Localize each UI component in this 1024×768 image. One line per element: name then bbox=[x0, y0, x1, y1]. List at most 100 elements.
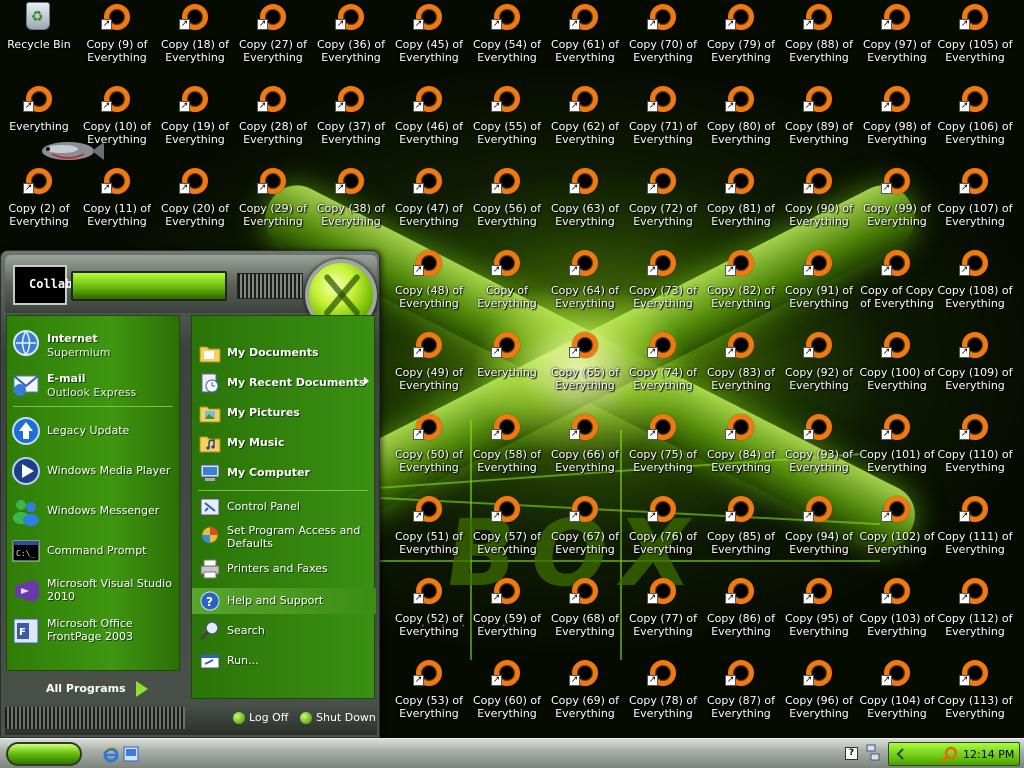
help-tray-icon[interactable]: ? bbox=[845, 747, 858, 760]
system-search[interactable]: Search bbox=[192, 618, 376, 644]
desktop-shortcut[interactable]: ↗ Copy (68) of Everything bbox=[546, 576, 624, 656]
desktop-shortcut[interactable]: ↗ Copy (93) of Everything bbox=[780, 412, 858, 492]
desktop-shortcut[interactable]: ↗ Copy (65) of Everything bbox=[546, 330, 624, 410]
desktop-shortcut[interactable]: ↗ Copy (77) of Everything bbox=[624, 576, 702, 656]
recent-visual-studio[interactable]: Microsoft Visual Studio 2010 bbox=[7, 574, 181, 610]
desktop-shortcut[interactable]: ↗ Copy (70) of Everything bbox=[624, 2, 702, 82]
desktop-shortcut[interactable]: ↗ Copy (76) of Everything bbox=[624, 494, 702, 574]
place-my-pictures[interactable]: My Pictures bbox=[192, 400, 376, 426]
desktop-shortcut[interactable]: ↗ Copy (112) of Everything bbox=[936, 576, 1014, 656]
desktop-shortcut[interactable]: ↗ Copy (80) of Everything bbox=[702, 84, 780, 164]
desktop-shortcut[interactable]: ↗ Copy (86) of Everything bbox=[702, 576, 780, 656]
all-programs-button[interactable]: All Programs bbox=[6, 675, 180, 703]
desktop-shortcut[interactable]: ↗ Copy (101) of Everything bbox=[858, 412, 936, 492]
desktop-shortcut[interactable]: ↗ Everything bbox=[468, 330, 546, 410]
desktop-shortcut[interactable]: ↗ Copy (74) of Everything bbox=[624, 330, 702, 410]
desktop-shortcut[interactable]: ↗ Copy (50) of Everything bbox=[390, 412, 468, 492]
desktop-shortcut[interactable]: ↗ Copy (11) of Everything bbox=[78, 166, 156, 246]
place-my-recent-documents[interactable]: My Recent Documents bbox=[192, 370, 376, 396]
recent-command-prompt[interactable]: C:\_ Command Prompt bbox=[7, 534, 181, 570]
system-help-support[interactable]: ? Help and Support bbox=[192, 588, 376, 614]
desktop-shortcut[interactable]: ↗ Copy (94) of Everything bbox=[780, 494, 858, 574]
desktop-shortcut[interactable]: ↗ Copy (55) of Everything bbox=[468, 84, 546, 164]
desktop-shortcut[interactable]: ↗ Copy (53) of Everything bbox=[390, 658, 468, 738]
recent-legacy-update[interactable]: Legacy Update bbox=[7, 414, 181, 450]
desktop-shortcut[interactable]: ↗ Copy (95) of Everything bbox=[780, 576, 858, 656]
desktop-shortcut[interactable]: ↗ Copy (91) of Everything bbox=[780, 248, 858, 328]
desktop-shortcut[interactable]: ↗ Copy (104) of Everything bbox=[858, 658, 936, 738]
desktop-shortcut[interactable]: ↗ Copy (108) of Everything bbox=[936, 248, 1014, 328]
desktop-shortcut[interactable]: ↗ Copy (88) of Everything bbox=[780, 2, 858, 82]
system-printers-faxes[interactable]: Printers and Faxes bbox=[192, 556, 376, 582]
desktop-shortcut[interactable]: ↗ Copy (54) of Everything bbox=[468, 2, 546, 82]
desktop-shortcut[interactable]: ↗ Copy (81) of Everything bbox=[702, 166, 780, 246]
desktop-shortcut[interactable]: ↗ Copy (90) of Everything bbox=[780, 166, 858, 246]
desktop-shortcut[interactable]: ↗ Copy (103) of Everything bbox=[858, 576, 936, 656]
desktop-shortcut[interactable]: ↗ Copy (100) of Everything bbox=[858, 330, 936, 410]
desktop-shortcut[interactable]: ↗ Copy (105) of Everything bbox=[936, 2, 1014, 82]
desktop-shortcut[interactable]: ↗ Copy (46) of Everything bbox=[390, 84, 468, 164]
tray-chevron-icon[interactable] bbox=[893, 747, 907, 761]
desktop-shortcut[interactable]: ↗ Copy (61) of Everything bbox=[546, 2, 624, 82]
place-my-computer[interactable]: My Computer bbox=[192, 460, 376, 486]
network-tray-icon[interactable] bbox=[866, 743, 880, 763]
desktop-shortcut[interactable]: ↗ Copy (99) of Everything bbox=[858, 166, 936, 246]
desktop-shortcut[interactable]: ↗ Copy (98) of Everything bbox=[858, 84, 936, 164]
desktop-shortcut[interactable]: ↗ Copy (111) of Everything bbox=[936, 494, 1014, 574]
pinned-internet[interactable]: Internet Supermium bbox=[7, 326, 181, 362]
desktop-shortcut[interactable]: ↗ Copy (97) of Everything bbox=[858, 2, 936, 82]
desktop-shortcut[interactable]: ↗ Copy (49) of Everything bbox=[390, 330, 468, 410]
desktop-shortcut[interactable]: ↗ Copy (62) of Everything bbox=[546, 84, 624, 164]
system-program-defaults[interactable]: Set Program Access and Defaults bbox=[192, 522, 376, 554]
desktop-shortcut[interactable]: ↗ Copy (106) of Everything bbox=[936, 84, 1014, 164]
desktop-shortcut[interactable]: ↗ Copy (89) of Everything bbox=[780, 84, 858, 164]
internet-explorer-icon[interactable] bbox=[102, 745, 120, 763]
desktop-shortcut[interactable]: ↗ Copy (51) of Everything bbox=[390, 494, 468, 574]
desktop-shortcut[interactable]: ↗ Copy (38) of Everything bbox=[312, 166, 390, 246]
desktop-shortcut[interactable]: ↗ Copy (87) of Everything bbox=[702, 658, 780, 738]
desktop-shortcut[interactable]: ↗ Copy (75) of Everything bbox=[624, 412, 702, 492]
desktop-shortcut[interactable]: ↗ Copy (37) of Everything bbox=[312, 84, 390, 164]
place-my-documents[interactable]: My Documents bbox=[192, 340, 376, 366]
desktop-shortcut[interactable]: ↗ Copy (29) of Everything bbox=[234, 166, 312, 246]
desktop-shortcut[interactable]: ↗ Copy (64) of Everything bbox=[546, 248, 624, 328]
clock[interactable]: 12:14 PM bbox=[963, 748, 1014, 761]
desktop-shortcut[interactable]: ↗ Copy (56) of Everything bbox=[468, 166, 546, 246]
recent-media-player[interactable]: Windows Media Player bbox=[7, 454, 181, 490]
system-control-panel[interactable]: Control Panel bbox=[192, 494, 376, 520]
desktop-shortcut[interactable]: ↗ Copy (52) of Everything bbox=[390, 576, 468, 656]
desktop-shortcut[interactable]: ↗ Copy (10) of Everything bbox=[78, 84, 156, 164]
desktop-shortcut[interactable]: ↗ Copy (78) of Everything bbox=[624, 658, 702, 738]
desktop-shortcut[interactable]: ↗ Copy (57) of Everything bbox=[468, 494, 546, 574]
search-tray-icon[interactable] bbox=[941, 746, 959, 764]
pinned-email[interactable]: E-mail Outlook Express bbox=[7, 366, 181, 402]
recent-messenger[interactable]: Windows Messenger bbox=[7, 494, 181, 530]
desktop-shortcut[interactable]: ↗ Copy (83) of Everything bbox=[702, 330, 780, 410]
desktop-shortcut[interactable]: ↗ Copy (60) of Everything bbox=[468, 658, 546, 738]
desktop-shortcut[interactable]: ↗ Copy (85) of Everything bbox=[702, 494, 780, 574]
desktop-shortcut[interactable]: ↗ Copy (28) of Everything bbox=[234, 84, 312, 164]
desktop-shortcut[interactable]: ↗ Copy (58) of Everything bbox=[468, 412, 546, 492]
desktop-shortcut[interactable]: ↗ Copy (59) of Everything bbox=[468, 576, 546, 656]
desktop-shortcut[interactable]: ↗ Copy (102) of Everything bbox=[858, 494, 936, 574]
desktop-shortcut[interactable]: ↗ Copy (20) of Everything bbox=[156, 166, 234, 246]
desktop-shortcut[interactable]: ↗ Copy (71) of Everything bbox=[624, 84, 702, 164]
desktop-shortcut[interactable]: ↗ Copy (45) of Everything bbox=[390, 2, 468, 82]
desktop-shortcut[interactable]: ↗ Copy (96) of Everything bbox=[780, 658, 858, 738]
desktop-shortcut[interactable]: ↗ Copy (73) of Everything bbox=[624, 248, 702, 328]
desktop-shortcut[interactable]: ↗ Copy (84) of Everything bbox=[702, 412, 780, 492]
desktop-shortcut[interactable]: ↗ Copy (67) of Everything bbox=[546, 494, 624, 574]
desktop-shortcut[interactable]: ↗ Copy (113) of Everything bbox=[936, 658, 1014, 738]
place-my-music[interactable]: My Music bbox=[192, 430, 376, 456]
desktop-shortcut[interactable]: ↗ Copy (18) of Everything bbox=[156, 2, 234, 82]
desktop-shortcut[interactable]: ↗ Copy (72) of Everything bbox=[624, 166, 702, 246]
desktop-shortcut[interactable]: ↗ Copy of Copy of Everything bbox=[858, 248, 936, 328]
desktop-shortcut[interactable]: ↗ Copy (79) of Everything bbox=[702, 2, 780, 82]
desktop-shortcut[interactable]: ↗ Copy (2) of Everything bbox=[0, 166, 78, 246]
desktop-shortcut[interactable]: ↗ Copy (66) of Everything bbox=[546, 412, 624, 492]
start-button[interactable] bbox=[6, 742, 82, 766]
desktop-shortcut[interactable]: ↗ Copy (63) of Everything bbox=[546, 166, 624, 246]
desktop-shortcut[interactable]: ↗ Copy (69) of Everything bbox=[546, 658, 624, 738]
desktop-shortcut[interactable]: ↗ Copy (27) of Everything bbox=[234, 2, 312, 82]
desktop-shortcut[interactable]: ↗ Copy (92) of Everything bbox=[780, 330, 858, 410]
